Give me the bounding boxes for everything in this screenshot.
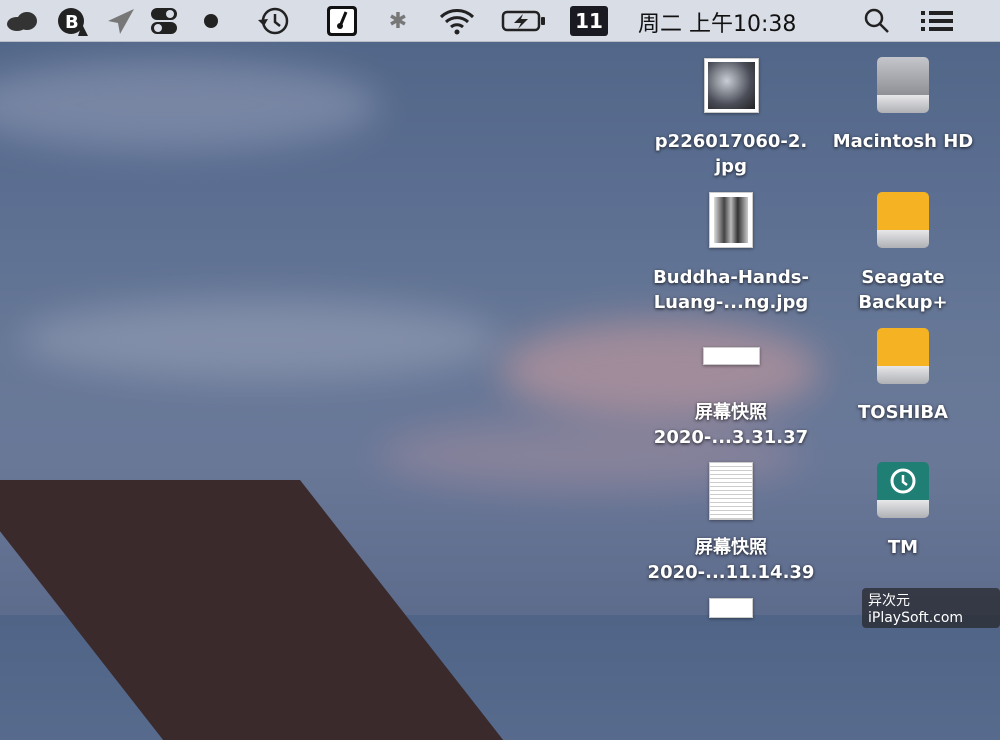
drive-label[interactable]: Seagate Backup+ — [818, 265, 988, 315]
drive-label[interactable]: TOSHIBA — [818, 400, 988, 425]
bluetooth-icon[interactable]: ✱ — [384, 0, 412, 42]
control-center-icon[interactable] — [918, 0, 956, 42]
file-name-line: 屏幕快照 — [695, 402, 767, 423]
toggle-icon[interactable] — [146, 0, 182, 42]
file-name-line: 屏幕快照 — [695, 537, 767, 558]
screenshot-thumbnail[interactable] — [703, 347, 760, 365]
drive-name: TM — [887, 537, 919, 558]
file-label[interactable]: Buddha-Hands- Luang-...ng.jpg — [646, 265, 816, 315]
photo-thumbnail[interactable] — [709, 192, 753, 248]
screenshot-thumbnail[interactable] — [709, 598, 753, 618]
onedrive-icon[interactable] — [4, 0, 40, 42]
file-name-line: p226017060-2. — [654, 131, 808, 152]
drive-name: Seagate — [861, 267, 945, 288]
spotlight-icon[interactable] — [860, 0, 894, 42]
bartender-icon[interactable]: B — [54, 0, 94, 42]
dot-icon[interactable] — [198, 0, 224, 42]
wifi-icon[interactable] — [436, 0, 478, 42]
drive-name: Macintosh HD — [832, 131, 974, 152]
istat-icon[interactable] — [324, 0, 360, 42]
file-name-line: 2020-...11.14.39 — [647, 562, 815, 583]
calendar-day: 11 — [570, 6, 608, 36]
watermark: 异次元 iPlaySoft.com — [862, 588, 1000, 628]
file-name-line: Buddha-Hands- — [653, 267, 809, 288]
drive-label[interactable]: Macintosh HD — [818, 129, 988, 154]
screenshot-thumbnail[interactable] — [709, 462, 753, 520]
file-label[interactable]: 屏幕快照 2020-...3.31.37 — [646, 400, 816, 450]
calendar-icon[interactable]: 11 — [570, 0, 608, 42]
file-label[interactable]: 屏幕快照 2020-...11.14.39 — [646, 535, 816, 585]
clock[interactable]: 周二 上午10:38 — [638, 6, 796, 38]
photo-thumbnail[interactable] — [704, 58, 759, 113]
file-label[interactable]: p226017060-2. jpg — [646, 129, 816, 179]
time-machine-icon[interactable] — [254, 0, 294, 42]
wallpaper-hill — [0, 480, 504, 740]
external-drive-icon[interactable] — [877, 328, 929, 384]
menu-bar: B ✱ 11 周二 上午10:38 — [0, 0, 1000, 42]
drive-name: Backup+ — [858, 292, 948, 313]
file-name-line: jpg — [715, 156, 747, 177]
file-name-line: 2020-...3.31.37 — [653, 427, 809, 448]
hard-drive-icon[interactable] — [877, 57, 929, 113]
cloud — [0, 60, 380, 150]
svg-text:B: B — [65, 12, 79, 33]
drive-label[interactable]: TM — [818, 535, 988, 560]
battery-charging-icon[interactable] — [500, 0, 548, 42]
external-drive-icon[interactable] — [877, 192, 929, 248]
drive-name: TOSHIBA — [858, 402, 948, 423]
cloud — [20, 300, 500, 380]
time-machine-drive-icon[interactable] — [877, 462, 929, 518]
airmail-icon[interactable] — [104, 0, 138, 42]
file-name-line: Luang-...ng.jpg — [653, 292, 809, 313]
